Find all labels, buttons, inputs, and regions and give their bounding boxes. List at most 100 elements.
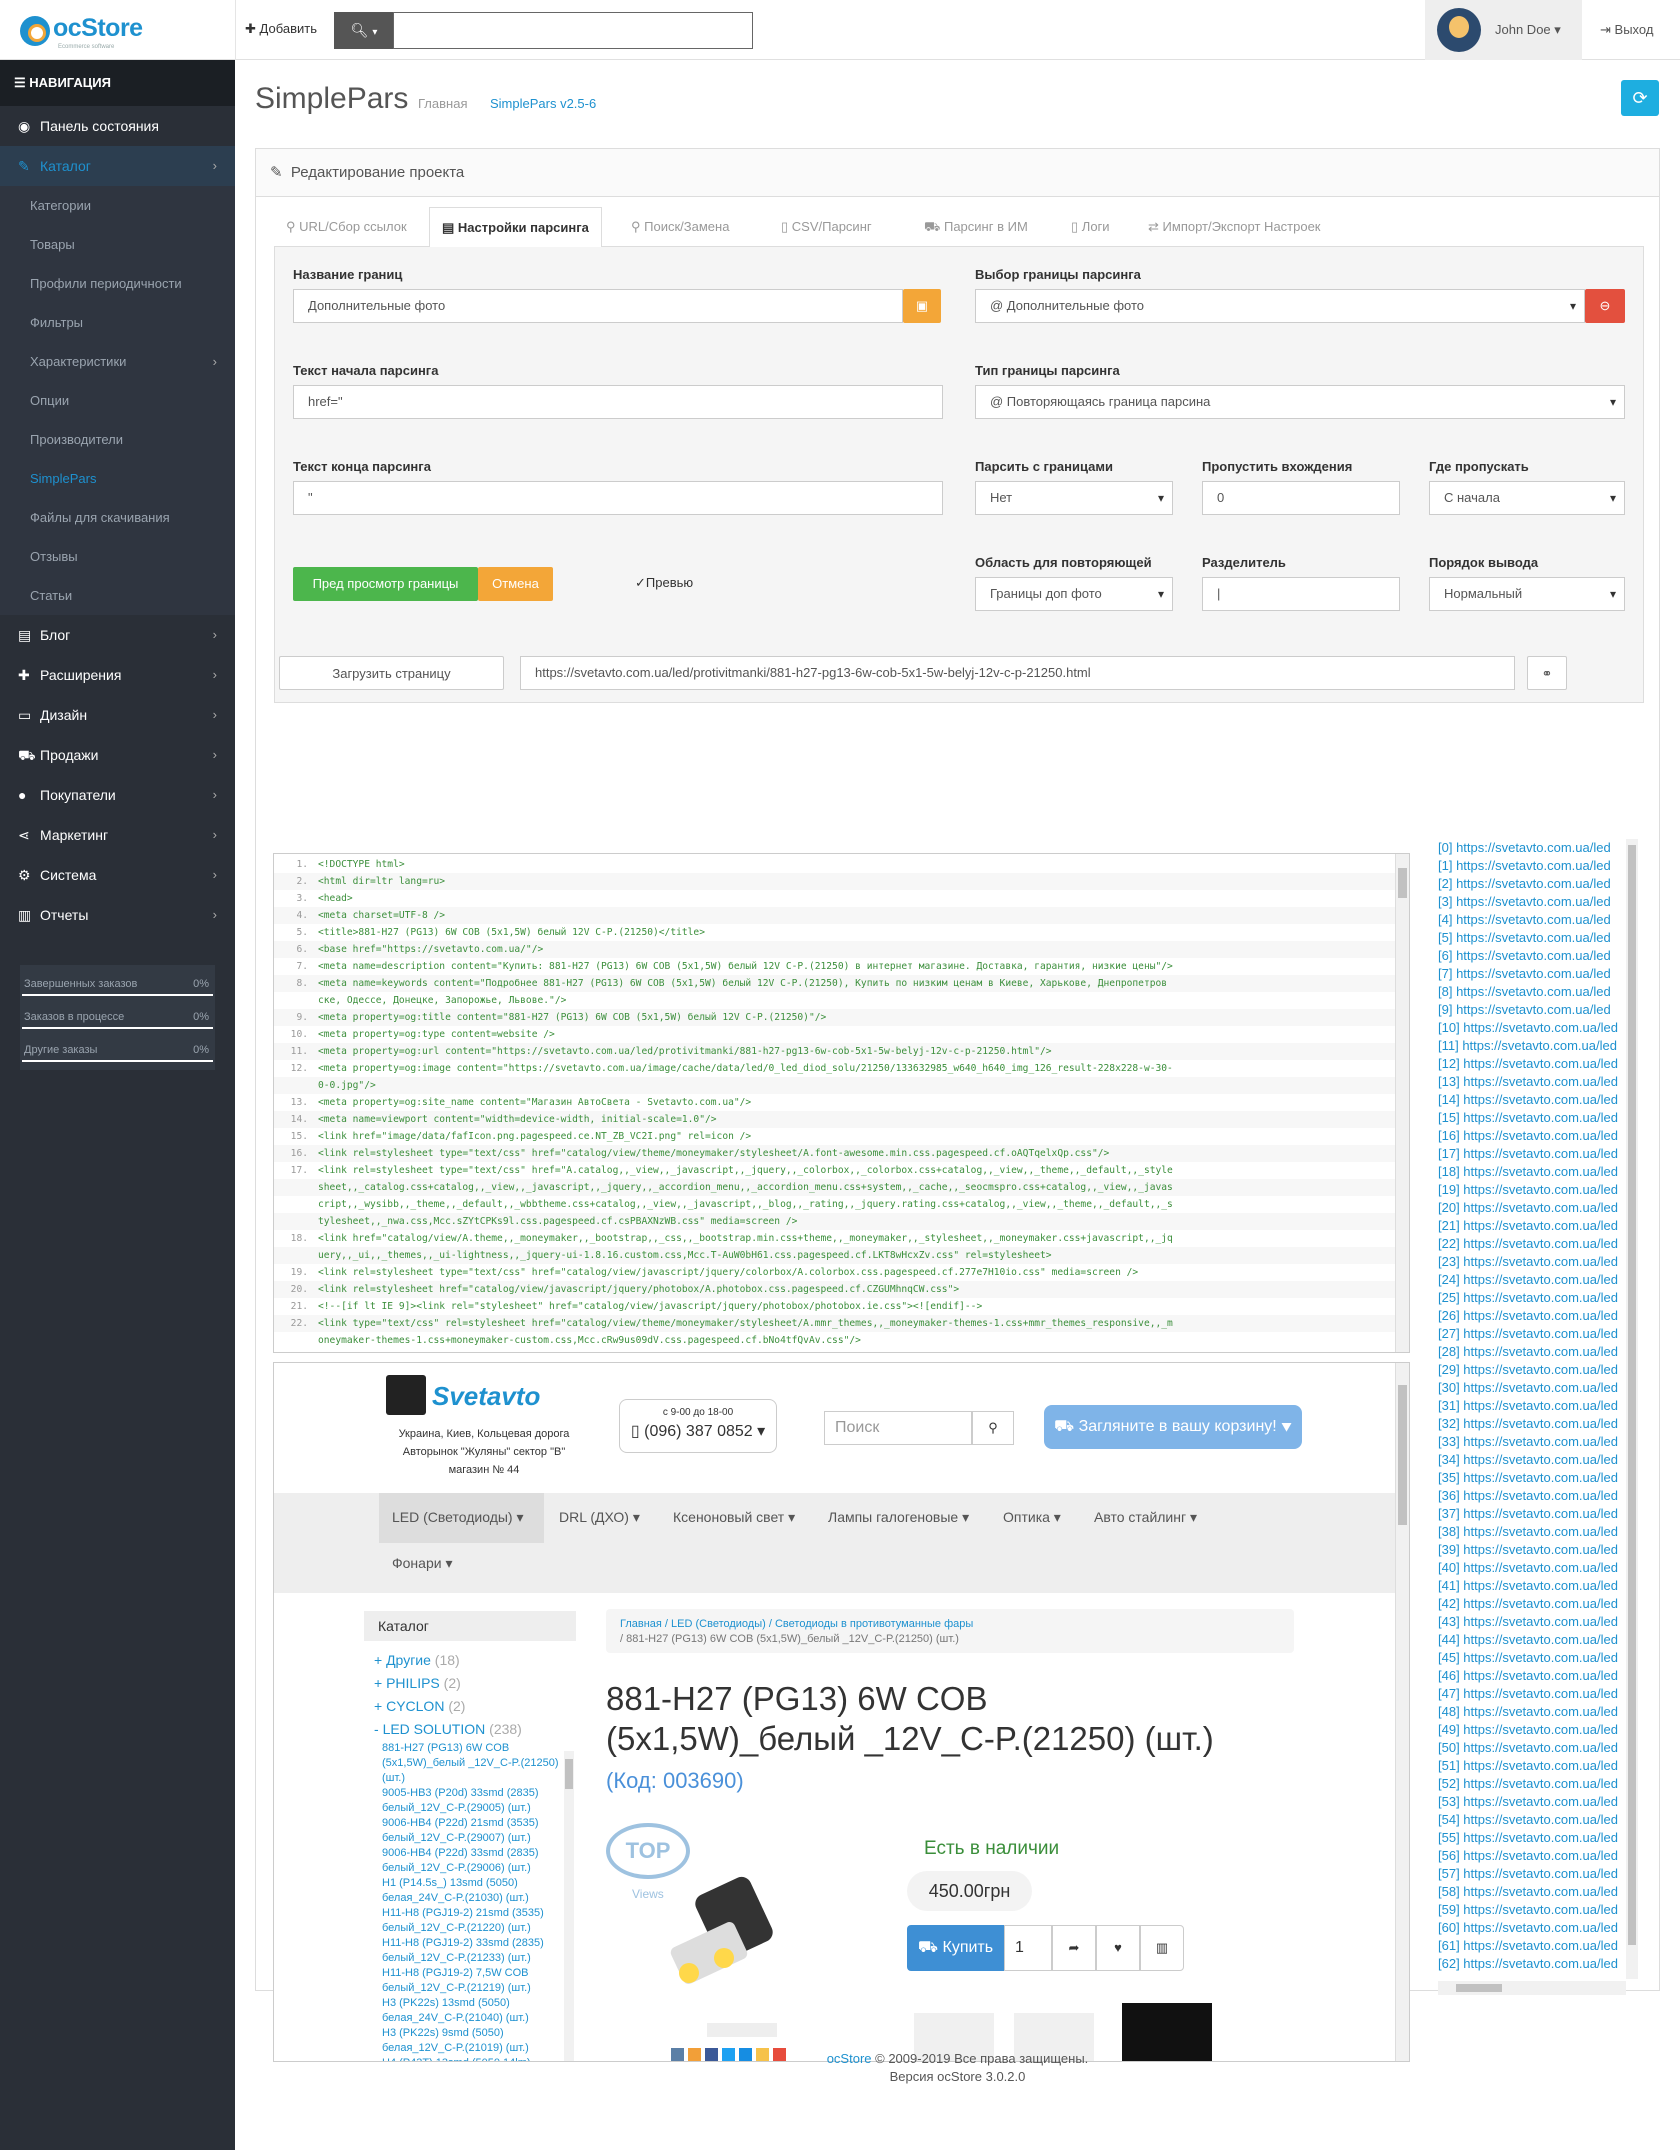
parsed-link[interactable]: [33] https://svetavto.com.ua/led <box>1438 1433 1638 1451</box>
parsed-link[interactable]: [18] https://svetavto.com.ua/led <box>1438 1163 1638 1181</box>
cancel-button[interactable]: Отмена <box>478 567 553 601</box>
submenu-articles[interactable]: Статьи <box>0 576 235 615</box>
parsed-link[interactable]: [11] https://svetavto.com.ua/led <box>1438 1037 1638 1055</box>
phone-dropdown[interactable]: с 9-00 до 18-00 ▯ (096) 387 0852 ▾ <box>619 1399 777 1453</box>
subcategory-item[interactable]: H11-H8 (PGJ19-2) 33smd (2835) <box>382 1936 564 1951</box>
parsed-link[interactable]: [32] https://svetavto.com.ua/led <box>1438 1415 1638 1433</box>
parsed-link[interactable]: [38] https://svetavto.com.ua/led <box>1438 1523 1638 1541</box>
parsed-link[interactable]: [51] https://svetavto.com.ua/led <box>1438 1757 1638 1775</box>
parsed-link[interactable]: [42] https://svetavto.com.ua/led <box>1438 1595 1638 1613</box>
parsed-link[interactable]: [39] https://svetavto.com.ua/led <box>1438 1541 1638 1559</box>
subcategory-item[interactable]: белая_24V_C-P.(21030) (шт.) <box>382 1891 564 1906</box>
wishlist-button[interactable]: ♥ <box>1096 1925 1140 1971</box>
repeat-area-select[interactable]: Границы доп фото <box>975 577 1173 611</box>
category-item[interactable]: + Другие (18) <box>374 1649 574 1672</box>
parsed-link[interactable]: [58] https://svetavto.com.ua/led <box>1438 1883 1638 1901</box>
submenu-categories[interactable]: Категории <box>0 186 235 225</box>
parsed-link[interactable]: [46] https://svetavto.com.ua/led <box>1438 1667 1638 1685</box>
category-item[interactable]: + CYCLON (2) <box>374 1695 574 1718</box>
skip-entries-input[interactable]: 0 <box>1202 481 1400 515</box>
subcategory-item[interactable]: 881-H27 (PG13) 6W COB <box>382 1741 564 1756</box>
parsed-link[interactable]: [61] https://svetavto.com.ua/led <box>1438 1937 1638 1955</box>
nav-optics[interactable]: Оптика ▾ <box>1003 1509 1061 1526</box>
load-page-button[interactable]: Загрузить страницу <box>279 656 504 690</box>
parsed-links-list[interactable]: [0] https://svetavto.com.ua/led [1] https… <box>1438 839 1638 1999</box>
parsed-link[interactable]: [25] https://svetavto.com.ua/led <box>1438 1289 1638 1307</box>
tab-logs[interactable]: ▯ Логи <box>1059 207 1122 248</box>
parsed-link[interactable]: [53] https://svetavto.com.ua/led <box>1438 1793 1638 1811</box>
parsed-link[interactable]: [22] https://svetavto.com.ua/led <box>1438 1235 1638 1253</box>
tab-parse-settings[interactable]: ▤ Настройки парсинга <box>429 207 602 248</box>
subcategory-item[interactable]: белая_24V_C-P.(21040) (шт.) <box>382 2011 564 2026</box>
sidebar-item-dashboard[interactable]: ◉ Панель состояния <box>0 106 235 146</box>
parsed-link[interactable]: [55] https://svetavto.com.ua/led <box>1438 1829 1638 1847</box>
preview-search-button[interactable]: ⚲ <box>972 1411 1014 1445</box>
tab-url[interactable]: ⚲ URL/Сбор ссылок <box>274 207 419 248</box>
compare-button[interactable]: ▥ <box>1140 1925 1184 1971</box>
ocstore-logo[interactable]: ocStore Ecommerce software <box>20 12 220 52</box>
sidebar-item-system[interactable]: ⚙ Система › <box>0 855 235 895</box>
parsed-link[interactable]: [28] https://svetavto.com.ua/led <box>1438 1343 1638 1361</box>
share-button[interactable]: ➦ <box>1052 1925 1096 1971</box>
url-input[interactable]: https://svetavto.com.ua/led/protivitmank… <box>520 656 1515 690</box>
subcategory-item[interactable]: H3 (PK22s) 13smd (5050) <box>382 1996 564 2011</box>
parsed-link[interactable]: [9] https://svetavto.com.ua/led <box>1438 1001 1638 1019</box>
parsed-link[interactable]: [15] https://svetavto.com.ua/led <box>1438 1109 1638 1127</box>
save-bounds-button[interactable]: ▣ <box>903 289 941 323</box>
subcategory-item[interactable]: H11-H8 (PGJ19-2) 21smd (3535) <box>382 1906 564 1921</box>
bounds-name-input[interactable]: Дополнительные фото <box>293 289 903 323</box>
parsed-link[interactable]: [6] https://svetavto.com.ua/led <box>1438 947 1638 965</box>
parsed-link[interactable]: [1] https://svetavto.com.ua/led <box>1438 857 1638 875</box>
subcategory-item[interactable]: H1 (P14.5s_) 13smd (5050) <box>382 1876 564 1891</box>
parsed-link[interactable]: [3] https://svetavto.com.ua/led <box>1438 893 1638 911</box>
parsed-link[interactable]: [43] https://svetavto.com.ua/led <box>1438 1613 1638 1631</box>
submenu-products[interactable]: Товары <box>0 225 235 264</box>
parse-with-bounds-select[interactable]: Нет <box>975 481 1173 515</box>
search-input[interactable] <box>393 12 753 49</box>
parsed-link[interactable]: [8] https://svetavto.com.ua/led <box>1438 983 1638 1001</box>
submenu-recurring[interactable]: Профили периодичности <box>0 264 235 303</box>
page-preview[interactable]: Svetavto Украина, Киев, Кольцевая дорога… <box>273 1362 1410 2062</box>
sidebar-item-sales[interactable]: ⛟ Продажи › <box>0 735 235 775</box>
delete-bounds-button[interactable]: ⊖ <box>1585 289 1625 323</box>
preview-checkbox[interactable]: ✓Превью <box>635 575 693 591</box>
end-text-input[interactable]: " <box>293 481 943 515</box>
parsed-link[interactable]: [41] https://svetavto.com.ua/led <box>1438 1577 1638 1595</box>
nav-drl[interactable]: DRL (ДХО) ▾ <box>559 1509 640 1526</box>
parsed-link[interactable]: [34] https://svetavto.com.ua/led <box>1438 1451 1638 1469</box>
parsed-link[interactable]: [21] https://svetavto.com.ua/led <box>1438 1217 1638 1235</box>
add-button[interactable]: ✚ Добавить <box>245 21 317 37</box>
parsed-link[interactable]: [30] https://svetavto.com.ua/led <box>1438 1379 1638 1397</box>
subcategory-item[interactable]: 9006-HB4 (P22d) 21smd (3535) <box>382 1816 564 1831</box>
submenu-options[interactable]: Опции <box>0 381 235 420</box>
select-bounds-dropdown[interactable]: @ Дополнительные фото <box>975 289 1585 323</box>
parsed-link[interactable]: [17] https://svetavto.com.ua/led <box>1438 1145 1638 1163</box>
links-scrollbar[interactable] <box>1626 839 1638 1979</box>
parsed-link[interactable]: [14] https://svetavto.com.ua/led <box>1438 1091 1638 1109</box>
sidebar-item-design[interactable]: ▭ Дизайн › <box>0 695 235 735</box>
parsed-link[interactable]: [26] https://svetavto.com.ua/led <box>1438 1307 1638 1325</box>
parsed-link[interactable]: [16] https://svetavto.com.ua/led <box>1438 1127 1638 1145</box>
parsed-link[interactable]: [0] https://svetavto.com.ua/led <box>1438 839 1638 857</box>
parsed-link[interactable]: [52] https://svetavto.com.ua/led <box>1438 1775 1638 1793</box>
parsed-link[interactable]: [37] https://svetavto.com.ua/led <box>1438 1505 1638 1523</box>
parsed-link[interactable]: [56] https://svetavto.com.ua/led <box>1438 1847 1638 1865</box>
refresh-button[interactable]: ⟳ <box>1621 80 1659 116</box>
submenu-filters[interactable]: Фильтры <box>0 303 235 342</box>
subcategory-item[interactable]: белый_12V_C-P.(21219) (шт.) <box>382 1981 564 1996</box>
parsed-link[interactable]: [49] https://svetavto.com.ua/led <box>1438 1721 1638 1739</box>
start-text-input[interactable]: href=" <box>293 385 943 419</box>
sidebar-item-customers[interactable]: ● Покупатели › <box>0 775 235 815</box>
parsed-link[interactable]: [36] https://svetavto.com.ua/led <box>1438 1487 1638 1505</box>
user-menu[interactable]: John Doe ▾ <box>1425 0 1582 60</box>
parsed-link[interactable]: [10] https://svetavto.com.ua/led <box>1438 1019 1638 1037</box>
subcategory-item[interactable]: (шт.) <box>382 1771 564 1786</box>
parsed-link[interactable]: [27] https://svetavto.com.ua/led <box>1438 1325 1638 1343</box>
parsed-link[interactable]: [2] https://svetavto.com.ua/led <box>1438 875 1638 893</box>
subcategory-scrollbar[interactable] <box>564 1751 574 2061</box>
breadcrumb-home[interactable]: Главная <box>418 96 467 111</box>
parsed-link[interactable]: [12] https://svetavto.com.ua/led <box>1438 1055 1638 1073</box>
search-dropdown-button[interactable]: 🔍︎ ▾ <box>334 12 394 49</box>
tab-search-replace[interactable]: ⚲ Поиск/Замена <box>619 207 741 248</box>
submenu-simplepars[interactable]: SimplePars <box>0 459 235 498</box>
